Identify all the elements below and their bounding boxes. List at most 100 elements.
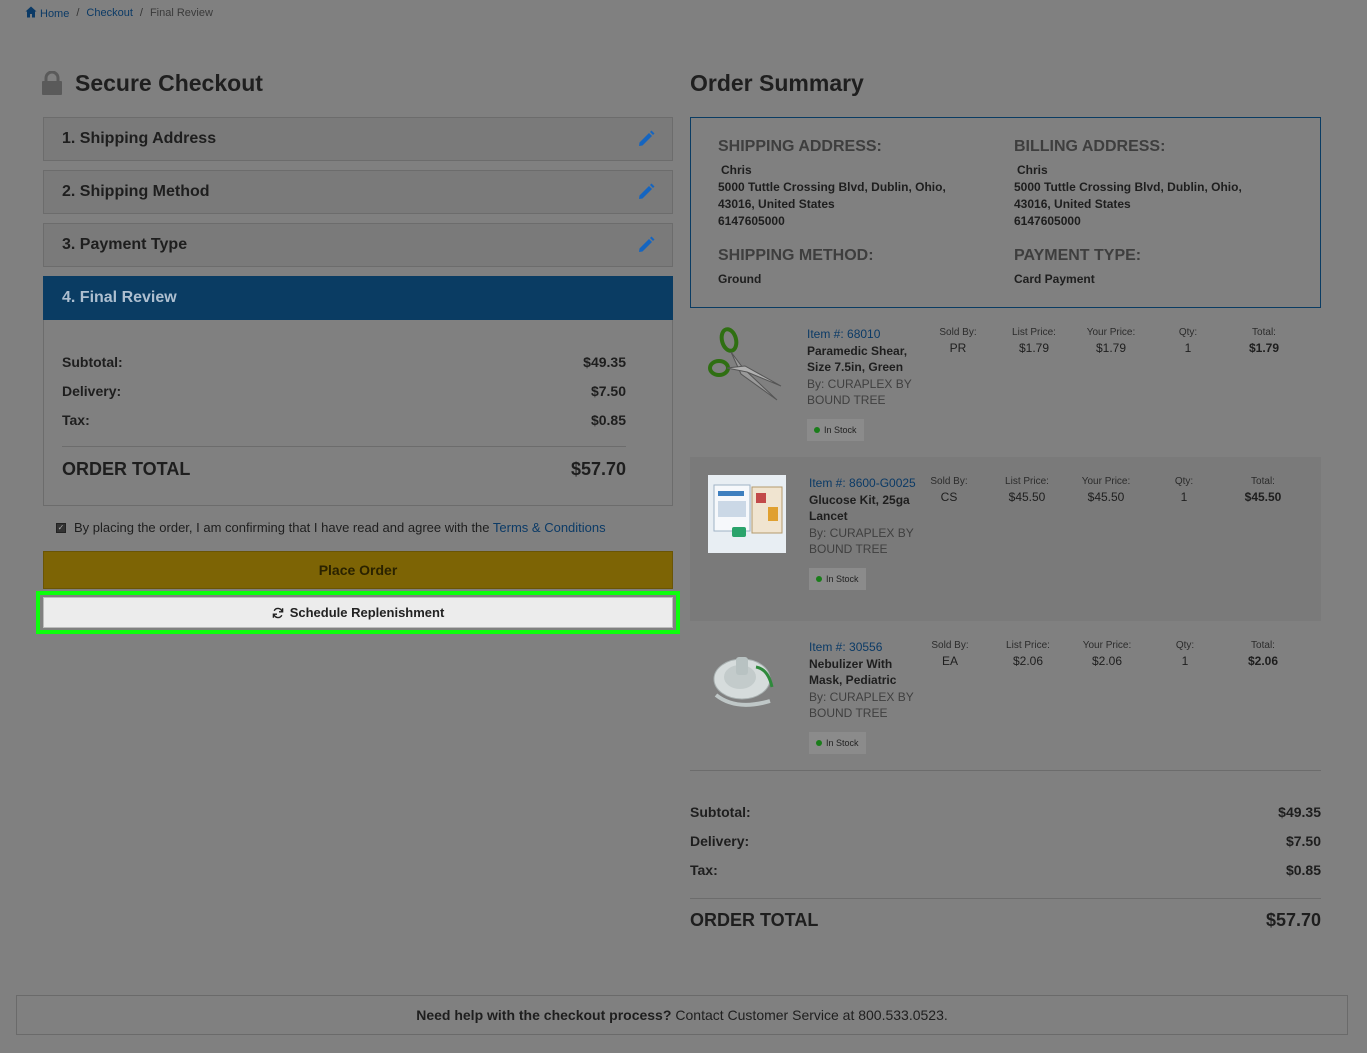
item-brand: By: CURAPLEX BY BOUND TREE [809, 689, 914, 721]
item-total: Total: $1.79 [1236, 327, 1292, 355]
delivery-label: Delivery: [62, 383, 122, 399]
qty-value: 1 [1181, 654, 1189, 668]
place-order-button[interactable]: Place Order [43, 551, 673, 589]
subtotal-value: $49.35 [1278, 804, 1321, 820]
step-payment-type[interactable]: 3. Payment Type [43, 223, 673, 267]
delivery-value: $7.50 [590, 383, 626, 399]
list-item: Item #: 30556 Nebulizer With Mask, Pedia… [690, 625, 1321, 760]
shipping-method-value: Ground [718, 272, 762, 286]
item-total: Total: $2.06 [1235, 640, 1291, 668]
divider [690, 898, 1321, 899]
breadcrumb-separator: / [139, 7, 143, 19]
billing-address: BILLING ADDRESS: Chris 5000 Tuttle Cross… [1014, 138, 1304, 230]
breadcrumb: Home / Checkout / Final Review [25, 6, 213, 20]
item-description: Item #: 8600-G0025 Glucose Kit, 25ga Lan… [809, 475, 919, 590]
item-number[interactable]: Item #: 30556 [809, 639, 919, 656]
qty: Qty: 1 [1165, 640, 1205, 668]
sold-by-header: Sold By: [931, 640, 969, 651]
qty: Qty: 1 [1164, 476, 1204, 504]
billing-line1: 5000 Tuttle Crossing Blvd, Dublin, Ohio, [1014, 180, 1242, 194]
shipping-method-heading: SHIPPING METHOD: [718, 247, 874, 264]
your-price: Your Price: $2.06 [1075, 640, 1139, 668]
item-description: Item #: 30556 Nebulizer With Mask, Pedia… [809, 639, 919, 754]
order-total-value: $57.70 [570, 459, 626, 479]
shipping-phone: 6147605000 [718, 214, 785, 228]
list-item: Item #: 68010 Paramedic Shear, Size 7.5i… [690, 318, 1321, 453]
pencil-icon[interactable] [636, 182, 656, 202]
breadcrumb-checkout[interactable]: Checkout [86, 7, 132, 19]
tax-label: Tax: [690, 862, 718, 878]
your-price: Your Price: $1.79 [1080, 327, 1142, 355]
your-price-header: Your Price: [1082, 640, 1132, 651]
item-number[interactable]: Item #: 8600-G0025 [809, 475, 919, 492]
terms-statement: By placing the order, I am confirming th… [74, 520, 490, 535]
breadcrumb-home[interactable]: Home [25, 6, 69, 20]
stock-label: In Stock [826, 737, 859, 748]
total-header: Total: [1252, 327, 1276, 338]
list-price: List Price: $2.06 [998, 640, 1058, 668]
stock-dot-icon [816, 575, 822, 582]
step-final-review: 4. Final Review [43, 276, 673, 320]
final-review-totals: Subtotal: $49.35 Delivery: $7.50 Tax: $0… [43, 320, 673, 506]
stock-label: In Stock [826, 573, 859, 584]
refresh-icon [272, 607, 284, 618]
summary-delivery-row: Delivery: $7.50 [690, 833, 1321, 849]
nebulizer-image [713, 657, 774, 707]
sold-by: Sold By: PR [933, 327, 983, 355]
list-price-value: $2.06 [1012, 654, 1044, 668]
sold-by-header: Sold By: [930, 476, 968, 487]
order-summary: Order Summary SHIPPING ADDRESS: Chris 50… [690, 68, 1321, 754]
schedule-replenishment-button[interactable]: Schedule Replenishment [43, 597, 673, 628]
total-header: Total: [1251, 640, 1275, 651]
home-icon [25, 6, 37, 18]
pencil-icon[interactable] [636, 235, 656, 255]
step-label: 1. Shipping Address [62, 130, 217, 147]
sold-by-value: EA [941, 654, 958, 668]
step-shipping-method[interactable]: 2. Shipping Method [43, 170, 673, 214]
page-title: Secure Checkout [75, 69, 263, 96]
stock-badge: In Stock [807, 418, 864, 441]
shipping-address-heading: SHIPPING ADDRESS: [718, 138, 882, 155]
your-price-value: $1.79 [1095, 341, 1127, 355]
breadcrumb-home-label: Home [40, 8, 70, 20]
billing-phone: 6147605000 [1014, 214, 1081, 228]
item-total: Total: $45.50 [1235, 476, 1291, 504]
help-question: Need help with the checkout process? [416, 1007, 672, 1023]
total-value: $1.79 [1248, 341, 1280, 355]
shipping-address: SHIPPING ADDRESS: Chris 5000 Tuttle Cros… [718, 138, 1008, 230]
qty: Qty: 1 [1168, 327, 1208, 355]
stock-dot-icon [814, 426, 820, 433]
payment-type-heading: PAYMENT TYPE: [1014, 247, 1142, 264]
list-price: List Price: $45.50 [997, 476, 1057, 504]
step-shipping-address[interactable]: 1. Shipping Address [43, 117, 673, 161]
breadcrumb-separator: / [76, 7, 80, 19]
qty-header: Qty: [1174, 476, 1194, 487]
payment-type-value: Card Payment [1014, 272, 1095, 286]
checkout-panel: Secure Checkout 1. Shipping Address 2. S… [36, 68, 680, 634]
summary-order-total-row: ORDER TOTAL $57.70 [690, 910, 1321, 931]
summary-subtotal-row: Subtotal: $49.35 [690, 804, 1321, 820]
address-box: SHIPPING ADDRESS: Chris 5000 Tuttle Cros… [690, 117, 1321, 308]
order-total-label: ORDER TOTAL [690, 910, 819, 930]
delivery-value: $7.50 [1285, 833, 1321, 849]
terms-link[interactable]: Terms & Conditions [493, 520, 606, 535]
shipping-method: SHIPPING METHOD: Ground [718, 247, 1008, 286]
divider [690, 770, 1321, 771]
item-description: Item #: 68010 Paramedic Shear, Size 7.5i… [807, 326, 917, 441]
your-price: Your Price: $45.50 [1074, 476, 1138, 504]
qty-value: 1 [1184, 341, 1192, 355]
list-item: Item #: 8600-G0025 Glucose Kit, 25ga Lan… [690, 457, 1321, 621]
item-number[interactable]: Item #: 68010 [807, 326, 917, 343]
list-price-header: List Price: [1012, 327, 1056, 338]
your-price-header: Your Price: [1081, 476, 1131, 487]
pencil-icon[interactable] [636, 129, 656, 149]
your-price-value: $2.06 [1091, 654, 1123, 668]
divider [62, 446, 626, 447]
shipping-line1: 5000 Tuttle Crossing Blvd, Dublin, Ohio, [718, 180, 946, 194]
subtotal-label: Subtotal: [62, 354, 123, 370]
terms-agreement: ✓ By placing the order, I am confirming … [56, 520, 606, 535]
stock-badge: In Stock [809, 731, 866, 754]
subtotal-row: Subtotal: $49.35 [62, 354, 626, 370]
terms-checkbox[interactable]: ✓ [56, 522, 66, 533]
delivery-label: Delivery: [690, 833, 750, 849]
